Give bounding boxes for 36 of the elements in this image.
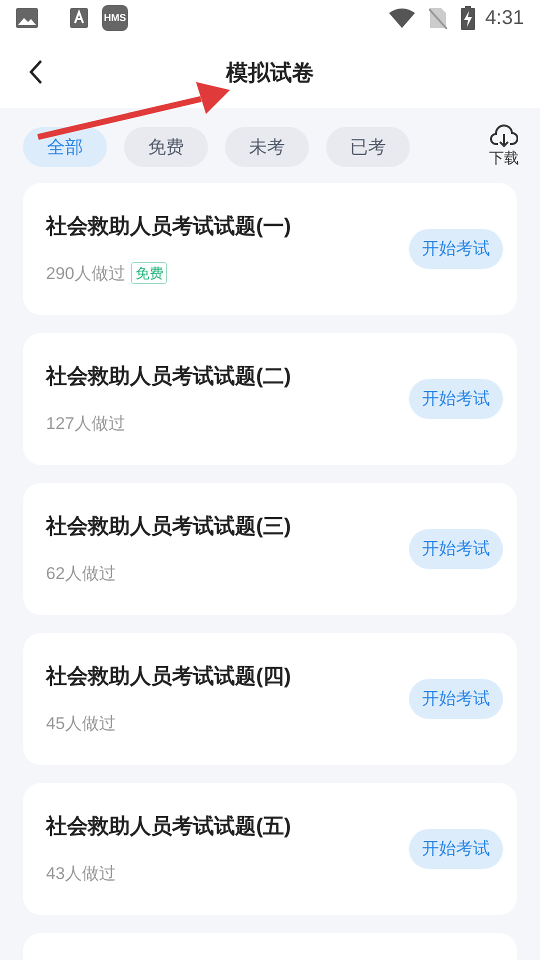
start-exam-button[interactable]: 开始考试 (409, 228, 503, 268)
cloud-download-icon (490, 124, 518, 148)
exam-card[interactable]: 社会救助人员考试试题(四) 45人做过 开始考试 (23, 632, 517, 764)
filter-tab[interactable]: 免费 (124, 127, 208, 168)
filter-tab[interactable]: 未考 (225, 127, 309, 168)
exam-title: 社会救助人员考试试题(一) (46, 214, 292, 240)
exam-title: 社会救助人员考试试题(四) (46, 664, 292, 690)
page-title: 模拟试卷 (226, 58, 314, 86)
exam-title: 社会救助人员考试试题(二) (46, 364, 292, 390)
taken-count: 45人做过 (46, 712, 116, 734)
exam-card[interactable]: 社会救助人员考试试题(三) 62人做过 开始考试 (23, 482, 517, 614)
exam-title: 社会救助人员考试试题(五) (46, 814, 292, 840)
image-icon (16, 8, 38, 28)
exam-card[interactable]: 社会救助人员考试试题(一) 290人做过 免费 开始考试 (23, 182, 517, 314)
free-tag: 免费 (131, 262, 168, 284)
start-exam-button[interactable]: 开始考试 (409, 528, 503, 568)
status-badge: HMS (102, 5, 128, 31)
no-sim-icon (429, 7, 448, 29)
app-icon (70, 8, 88, 28)
filter-tab[interactable]: 已考 (326, 127, 410, 168)
exam-title: 社会救助人员考试试题(三) (46, 514, 292, 540)
wifi-icon (389, 8, 416, 28)
start-exam-button[interactable]: 开始考试 (409, 828, 503, 868)
exam-card[interactable]: 社会救助人员考试试题(二) 127人做过 开始考试 (23, 332, 517, 464)
taken-count: 290人做过 (46, 262, 126, 284)
start-exam-button[interactable]: 开始考试 (409, 378, 503, 418)
clock-time: 4:31 (485, 6, 524, 31)
back-icon (29, 59, 43, 85)
taken-count: 43人做过 (46, 862, 116, 884)
taken-count: 62人做过 (46, 562, 116, 584)
exam-card[interactable]: 社会救助人员考试试题(五) 43人做过 开始考试 (23, 782, 517, 914)
taken-count: 127人做过 (46, 412, 126, 434)
filter-tab[interactable]: 全部 (23, 127, 107, 168)
battery-charging-icon (461, 6, 476, 30)
start-exam-button[interactable]: 开始考试 (409, 678, 503, 718)
download-button[interactable]: 下载 (489, 124, 519, 170)
